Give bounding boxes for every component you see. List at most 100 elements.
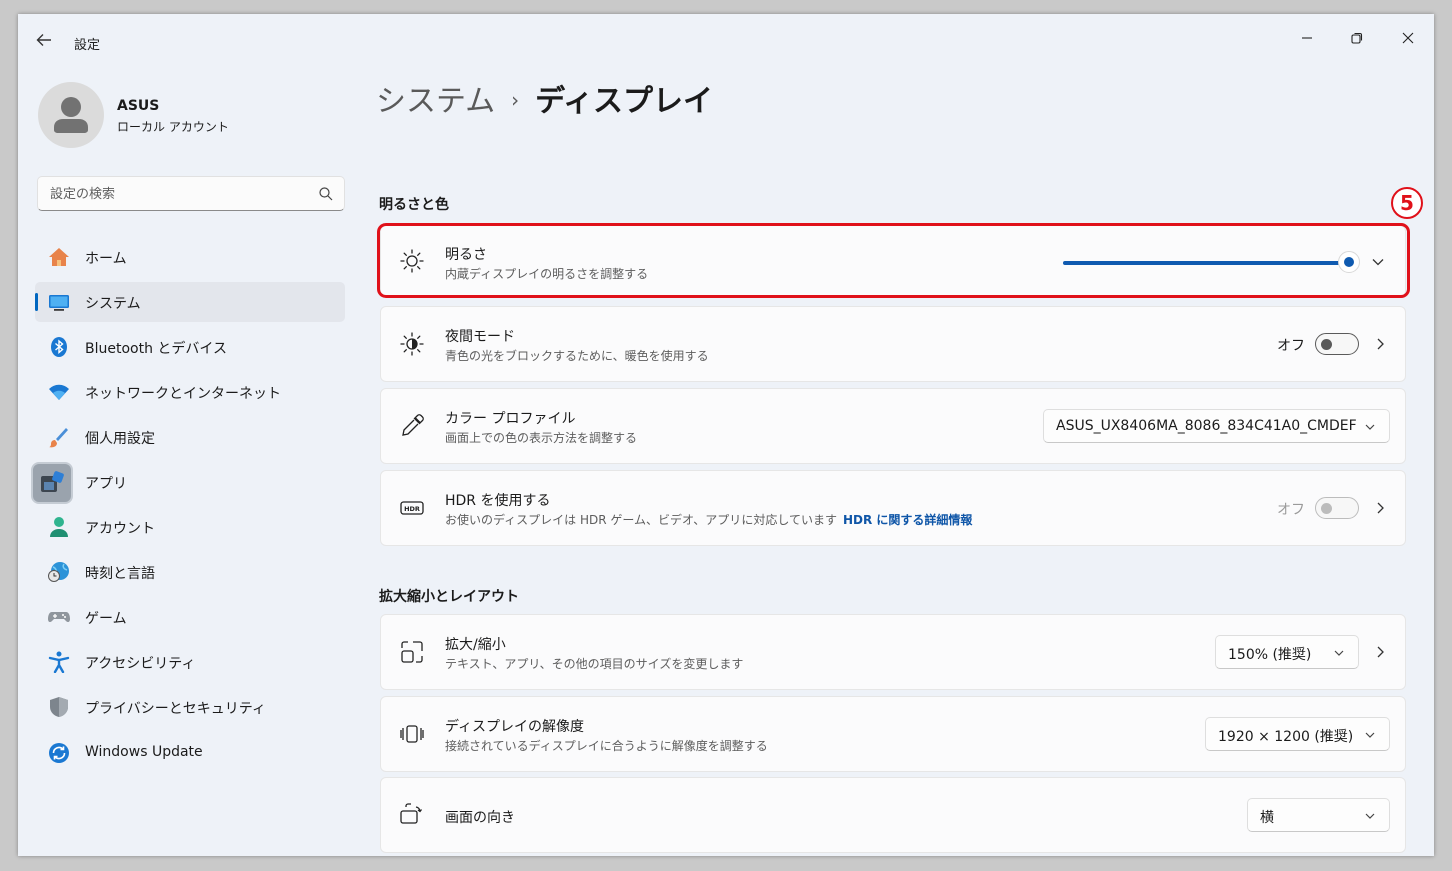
sidebar-item-label: アプリ: [85, 476, 127, 492]
resolution-icon: [399, 721, 425, 747]
hdr-title: HDR を使用する: [445, 493, 551, 509]
sidebar-item-privacy[interactable]: プライバシーとセキュリティ: [35, 687, 345, 727]
sidebar-item-label: Windows Update: [85, 744, 203, 760]
minimize-button[interactable]: [1284, 22, 1330, 54]
gamepad-icon: [47, 606, 71, 628]
sidebar-item-home[interactable]: ホーム: [35, 237, 345, 277]
settings-window: 設定 ASUS ローカル アカウント ホーム システム: [18, 14, 1434, 856]
sidebar-item-label: ゲーム: [85, 611, 127, 627]
section-title-scale-layout: 拡大縮小とレイアウト: [379, 589, 519, 605]
user-icon: [54, 97, 88, 133]
breadcrumb: システム › ディスプレイ: [376, 76, 713, 120]
color-profile-card: カラー プロファイル 画面上での色の表示方法を調整する ASUS_UX8406M…: [380, 388, 1406, 464]
restore-button[interactable]: [1334, 22, 1380, 54]
active-indicator: [35, 293, 38, 311]
toggle-knob: [1321, 503, 1332, 514]
close-icon: [1402, 32, 1414, 44]
orientation-card: 画面の向き 横: [380, 777, 1406, 853]
sidebar-item-label: アクセシビリティ: [85, 656, 196, 672]
scale-title: 拡大/縮小: [445, 637, 506, 653]
search-box[interactable]: [37, 176, 345, 211]
section-title-brightness-color: 明るさと色: [379, 197, 449, 213]
annotation-highlight: [377, 223, 1410, 298]
dropdown-value: ASUS_UX8406MA_8086_834C41A0_CMDEF: [1056, 418, 1357, 434]
scale-dropdown[interactable]: 150% (推奨): [1215, 635, 1359, 669]
back-button[interactable]: [32, 28, 56, 52]
color-profile-dropdown[interactable]: ASUS_UX8406MA_8086_834C41A0_CMDEF: [1043, 409, 1390, 443]
hdr-learn-more-link[interactable]: HDR に関する詳細情報: [843, 513, 972, 527]
avatar[interactable]: [38, 82, 104, 148]
hdr-toggle-label: オフ: [1277, 502, 1305, 518]
account-icon: [47, 516, 71, 538]
arrow-left-icon: [36, 34, 51, 46]
system-icon: [47, 291, 71, 313]
page-title: ディスプレイ: [535, 84, 714, 119]
breadcrumb-parent[interactable]: システム: [376, 84, 495, 119]
sidebar-item-windows-update[interactable]: Windows Update: [35, 733, 345, 773]
annotation-step-badge: 5: [1391, 187, 1423, 219]
sidebar-item-time-language[interactable]: 時刻と言語: [35, 552, 345, 592]
dropdown-value: 横: [1260, 810, 1274, 826]
toggle-knob: [1321, 339, 1332, 350]
sidebar-item-bluetooth[interactable]: Bluetooth とデバイス: [35, 327, 345, 367]
bluetooth-icon: [47, 336, 71, 358]
chevron-right-icon[interactable]: [1371, 499, 1389, 517]
close-button[interactable]: [1385, 22, 1431, 54]
sidebar-item-label: Bluetooth とデバイス: [85, 341, 227, 357]
chevron-down-icon: [1334, 650, 1344, 656]
home-icon: [47, 246, 71, 268]
sidebar-item-network[interactable]: ネットワークとインターネット: [35, 372, 345, 412]
chevron-down-icon: [1365, 424, 1375, 430]
resolution-description: 接続されているディスプレイに合うように解像度を調整する: [445, 739, 768, 753]
chevron-right-icon[interactable]: [1371, 643, 1389, 661]
dropdown-value: 1920 × 1200 (推奨): [1218, 729, 1354, 745]
hdr-icon: HDR: [399, 495, 425, 521]
svg-text:HDR: HDR: [404, 505, 420, 513]
search-icon[interactable]: [318, 186, 334, 202]
night-light-toggle[interactable]: [1315, 333, 1359, 355]
restore-icon: [1351, 32, 1363, 44]
hdr-toggle[interactable]: [1315, 497, 1359, 519]
chevron-down-icon: [1365, 732, 1375, 738]
brush-icon: [47, 426, 71, 448]
scale-card[interactable]: 拡大/縮小 テキスト、アプリ、その他の項目のサイズを変更します 150% (推奨…: [380, 614, 1406, 690]
hdr-card[interactable]: HDR HDR を使用する お使いのディスプレイは HDR ゲーム、ビデオ、アプ…: [380, 470, 1406, 546]
dropdown-value: 150% (推奨): [1228, 647, 1312, 663]
sidebar-item-label: システム: [85, 296, 141, 312]
title-bar: 設定: [18, 14, 1434, 58]
night-light-toggle-label: オフ: [1277, 338, 1305, 354]
sidebar-item-gaming[interactable]: ゲーム: [35, 597, 345, 637]
scale-icon: [399, 639, 425, 665]
sidebar-item-label: 時刻と言語: [85, 566, 155, 582]
accessibility-icon: [47, 651, 71, 673]
orientation-icon: [399, 802, 425, 828]
resolution-card: ディスプレイの解像度 接続されているディスプレイに合うように解像度を調整する 1…: [380, 696, 1406, 772]
minimize-icon: [1302, 37, 1312, 39]
night-light-description: 青色の光をブロックするために、暖色を使用する: [445, 349, 709, 363]
resolution-title: ディスプレイの解像度: [445, 719, 585, 735]
orientation-title: 画面の向き: [445, 810, 515, 826]
sidebar-item-label: ホーム: [85, 251, 127, 267]
night-light-card[interactable]: 夜間モード 青色の光をブロックするために、暖色を使用する オフ: [380, 306, 1406, 382]
sidebar-item-accessibility[interactable]: アクセシビリティ: [35, 642, 345, 682]
chevron-down-icon: [1365, 813, 1375, 819]
globe-clock-icon: [47, 561, 71, 583]
app-title: 設定: [74, 38, 101, 53]
sidebar-item-label: 個人用設定: [85, 431, 155, 447]
color-profile-description: 画面上での色の表示方法を調整する: [445, 431, 638, 445]
sidebar-item-accounts[interactable]: アカウント: [35, 507, 345, 547]
sidebar-item-personalization[interactable]: 個人用設定: [35, 417, 345, 457]
night-light-icon: [399, 331, 425, 357]
orientation-dropdown[interactable]: 横: [1247, 798, 1390, 832]
sidebar-item-apps[interactable]: アプリ: [31, 462, 345, 504]
resolution-dropdown[interactable]: 1920 × 1200 (推奨): [1205, 717, 1390, 751]
sidebar-item-system[interactable]: システム: [35, 282, 345, 322]
wifi-icon: [47, 381, 71, 403]
search-input[interactable]: [50, 184, 310, 204]
chevron-right-icon[interactable]: [1371, 335, 1389, 353]
scale-description: テキスト、アプリ、その他の項目のサイズを変更します: [445, 657, 744, 671]
night-light-title: 夜間モード: [445, 329, 515, 345]
profile-account-type: ローカル アカウント: [117, 120, 229, 134]
sidebar-item-label: ネットワークとインターネット: [85, 386, 281, 402]
apps-icon: [31, 462, 73, 504]
